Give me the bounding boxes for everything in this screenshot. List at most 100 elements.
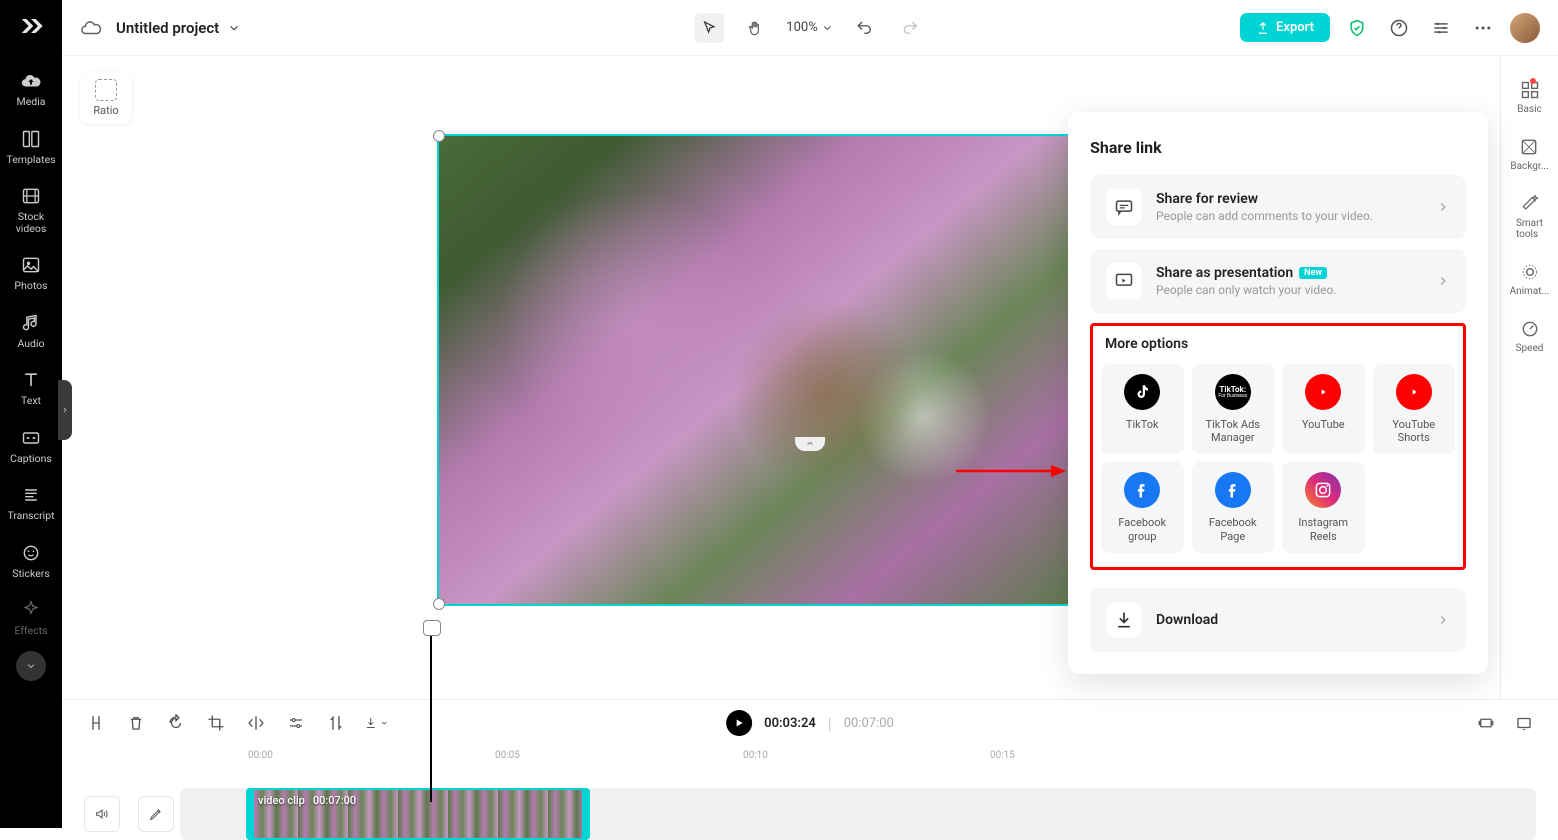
text-icon	[20, 369, 42, 391]
timeline-ruler[interactable]: 00:00 00:05 00:10 00:15	[182, 746, 1558, 768]
share-facebook-page[interactable]: Facebook Page	[1192, 462, 1275, 552]
nav-label: Templates	[6, 154, 55, 166]
rail-basic[interactable]: Basic	[1517, 80, 1542, 115]
clip-handle-right[interactable]	[582, 790, 588, 838]
rail-smart-tools[interactable]: Smart tools	[1516, 194, 1543, 240]
chevron-right-icon	[1436, 200, 1450, 214]
nav-label: Text	[21, 395, 41, 407]
fit-tool[interactable]	[1474, 711, 1498, 735]
undo-button[interactable]	[850, 13, 880, 43]
nav-captions[interactable]: Captions	[0, 417, 62, 475]
effects-icon	[20, 599, 42, 621]
track-mute-button[interactable]	[84, 796, 120, 832]
nav-label: Captions	[10, 453, 52, 465]
nav-text[interactable]: Text	[0, 359, 62, 417]
crop-tool[interactable]	[204, 711, 228, 735]
resize-handle-bl[interactable]	[433, 598, 445, 610]
facebook-icon	[1124, 472, 1160, 508]
instagram-icon	[1305, 472, 1341, 508]
share-youtube-shorts[interactable]: YouTube Shorts	[1373, 364, 1456, 454]
share-as-presentation-card[interactable]: Share as presentation New People can onl…	[1090, 249, 1466, 313]
share-panel-title: Share link	[1090, 138, 1466, 157]
share-tiktok[interactable]: TikTok	[1101, 364, 1184, 454]
share-for-review-card[interactable]: Share for review People can add comments…	[1090, 175, 1466, 239]
nav-more-button[interactable]	[16, 651, 46, 681]
rail-background[interactable]: Backgr...	[1510, 137, 1548, 172]
clip-duration: 00:07:00	[313, 794, 356, 807]
settings-button[interactable]	[1426, 13, 1456, 43]
resize-handle-tl[interactable]	[433, 130, 445, 142]
cursor-tool[interactable]	[694, 13, 724, 43]
video-clip[interactable]: video clip 00:07:00	[246, 788, 590, 840]
photo-icon	[20, 254, 42, 276]
rail-label: Smart tools	[1516, 218, 1543, 240]
share-instagram-reels[interactable]: Instagram Reels	[1282, 462, 1365, 552]
time-divider: |	[828, 714, 832, 733]
user-avatar[interactable]	[1510, 13, 1540, 43]
rail-animation[interactable]: Animat...	[1510, 262, 1550, 297]
share-tiktok-ads[interactable]: TikTok:For Business TikTok Ads Manager	[1192, 364, 1275, 454]
clip-handle-left[interactable]	[248, 790, 254, 838]
tiktok-icon	[1124, 374, 1160, 410]
share-facebook-group[interactable]: Facebook group	[1101, 462, 1184, 552]
templates-icon	[20, 128, 42, 150]
share-card-title: Share for review	[1156, 191, 1422, 207]
more-label: TikTok	[1126, 418, 1159, 431]
ruler-mark: 00:10	[743, 750, 768, 761]
split-tool[interactable]	[84, 711, 108, 735]
rail-speed[interactable]: Speed	[1516, 319, 1544, 354]
export-button[interactable]: Export	[1240, 13, 1330, 42]
nav-audio[interactable]: Audio	[0, 302, 62, 360]
nav-photos[interactable]: Photos	[0, 244, 62, 302]
youtube-icon	[1305, 374, 1341, 410]
hand-tool[interactable]	[740, 13, 770, 43]
nav-templates[interactable]: Templates	[0, 118, 62, 176]
rotate-tool[interactable]	[164, 711, 188, 735]
chevron-down-icon	[822, 22, 834, 34]
top-toolbar: Untitled project 100% Export	[62, 0, 1558, 56]
timeline-toolbar: 00:03:24 | 00:07:00	[62, 700, 1558, 746]
ratio-icon	[95, 79, 117, 101]
adjust-tool[interactable]	[284, 711, 308, 735]
ratio-button[interactable]: Ratio	[80, 72, 132, 124]
timeline-playhead[interactable]	[430, 622, 432, 802]
play-button[interactable]	[726, 710, 752, 736]
rail-label: Backgr...	[1510, 161, 1548, 172]
share-youtube[interactable]: YouTube	[1282, 364, 1365, 454]
project-title[interactable]: Untitled project	[116, 19, 241, 37]
nav-transcript[interactable]: Transcript	[0, 474, 62, 532]
more-options-section: More options TikTok TikTok:For Business …	[1090, 323, 1466, 570]
ratio-label: Ratio	[93, 104, 118, 117]
tiktok-ads-icon: TikTok:For Business	[1215, 374, 1251, 410]
track-edit-button[interactable]	[138, 796, 174, 832]
nav-label: Stock videos	[16, 211, 47, 234]
reverse-tool[interactable]	[324, 711, 348, 735]
help-button[interactable]	[1384, 13, 1414, 43]
share-card-title: Share as presentation	[1156, 265, 1293, 281]
chevron-right-icon	[1436, 613, 1450, 627]
more-options-title: More options	[1105, 336, 1455, 352]
more-button[interactable]	[1468, 13, 1498, 43]
download-label: Download	[1156, 612, 1422, 628]
shield-button[interactable]	[1342, 13, 1372, 43]
captions-icon	[20, 427, 42, 449]
app-logo[interactable]	[15, 10, 47, 42]
redo-button[interactable]	[896, 13, 926, 43]
nav-stock-videos[interactable]: Stock videos	[0, 175, 62, 244]
nav-media[interactable]: Media	[0, 60, 62, 118]
cloud-sync-icon[interactable]	[80, 17, 102, 39]
rail-label: Animat...	[1510, 286, 1550, 297]
video-preview[interactable]	[437, 134, 1087, 606]
nav-effects[interactable]: Effects	[0, 589, 62, 647]
fullscreen-tool[interactable]	[1512, 711, 1536, 735]
download-tool[interactable]	[364, 711, 388, 735]
zoom-control[interactable]: 100%	[786, 20, 833, 35]
share-card-desc: People can only watch your video.	[1156, 283, 1422, 297]
annotation-arrow	[956, 461, 1066, 481]
mirror-tool[interactable]	[244, 711, 268, 735]
nav-stickers[interactable]: Stickers	[0, 532, 62, 590]
timeline-collapse-handle[interactable]	[795, 437, 825, 451]
ruler-mark: 00:15	[990, 750, 1015, 761]
download-card[interactable]: Download	[1090, 588, 1466, 652]
delete-tool[interactable]	[124, 711, 148, 735]
